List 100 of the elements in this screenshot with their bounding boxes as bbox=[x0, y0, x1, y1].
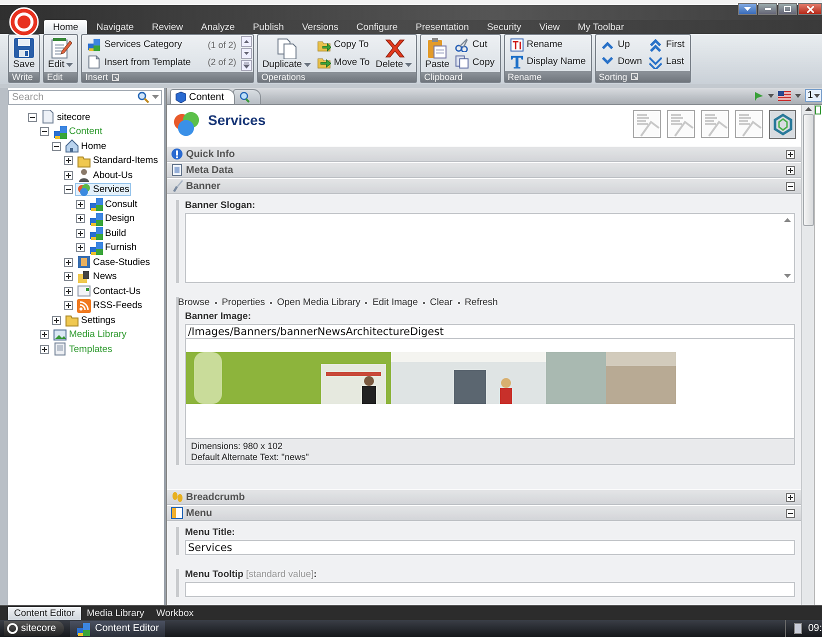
input-field[interactable] bbox=[185, 582, 795, 597]
tree-item[interactable]: Furnish bbox=[87, 241, 139, 254]
tree-item[interactable]: Settings bbox=[63, 314, 118, 327]
taskbar-item[interactable]: Content Editor bbox=[70, 620, 165, 636]
expand-icon[interactable] bbox=[64, 156, 73, 166]
ribbon-button[interactable]: Up bbox=[598, 36, 644, 52]
tree-item[interactable]: Build bbox=[87, 226, 128, 240]
maximize-button[interactable] bbox=[778, 3, 797, 15]
field-action-link[interactable]: Browse bbox=[178, 297, 210, 308]
collapse-icon[interactable] bbox=[52, 142, 61, 151]
ribbon-button[interactable]: Copy To bbox=[314, 36, 372, 53]
tree-item[interactable]: Home bbox=[63, 140, 108, 153]
ribbon-button[interactable]: Move To bbox=[314, 54, 372, 70]
expand-icon[interactable] bbox=[52, 316, 61, 325]
scroll-up-icon[interactable] bbox=[241, 36, 252, 47]
caret-icon[interactable] bbox=[152, 95, 159, 99]
gallery-item[interactable]: Insert from Template (2 of 2) bbox=[85, 54, 238, 70]
tree-item[interactable]: Design bbox=[87, 212, 137, 226]
close-button[interactable] bbox=[798, 3, 822, 15]
ribbon-button[interactable]: Save bbox=[12, 36, 36, 71]
ribbon-tab[interactable]: Presentation bbox=[406, 20, 478, 34]
ribbon-tab[interactable]: Review bbox=[142, 20, 192, 34]
field-action-link[interactable]: Properties bbox=[222, 297, 265, 308]
tree-item[interactable]: Contact-Us bbox=[75, 284, 143, 298]
expand-icon[interactable] bbox=[76, 228, 85, 238]
minimize-button[interactable] bbox=[758, 3, 777, 15]
section-header[interactable]: Meta Data bbox=[167, 162, 801, 178]
tree-item[interactable]: Media Library bbox=[51, 328, 129, 342]
gear-icon[interactable] bbox=[769, 110, 797, 140]
document-thumbnail-icon[interactable] bbox=[701, 110, 729, 138]
expand-icon[interactable] bbox=[40, 330, 49, 340]
expand-icon[interactable] bbox=[76, 243, 85, 252]
editor-tab[interactable]: Content bbox=[170, 89, 236, 104]
scrollbar-thumb[interactable] bbox=[802, 114, 814, 226]
field-action-link[interactable]: Clear bbox=[430, 297, 453, 308]
bottom-tab[interactable]: Media Library bbox=[80, 607, 150, 620]
caret-icon[interactable] bbox=[795, 94, 802, 98]
expand-icon[interactable] bbox=[64, 258, 73, 267]
ribbon-button[interactable]: Duplicate bbox=[261, 36, 312, 71]
expand-icon[interactable] bbox=[64, 286, 73, 296]
tree-item[interactable]: RSS-Feeds bbox=[75, 299, 144, 312]
document-thumbnail-icon[interactable] bbox=[633, 110, 661, 138]
app-logo-icon[interactable] bbox=[9, 7, 39, 37]
tree-item[interactable]: Templates bbox=[51, 342, 114, 356]
gallery-item[interactable]: Services Category (1 of 2) bbox=[85, 36, 238, 53]
section-header[interactable]: Quick Info bbox=[167, 146, 801, 162]
section-header[interactable]: Menu bbox=[167, 505, 801, 521]
ribbon-button[interactable]: Display Name bbox=[508, 54, 588, 70]
ribbon-tab[interactable]: Navigate bbox=[87, 20, 143, 34]
ribbon-button[interactable]: Edit bbox=[47, 36, 74, 71]
expand-gallery-icon[interactable] bbox=[241, 60, 252, 71]
search-icon[interactable] bbox=[137, 91, 149, 103]
tree-item[interactable]: About-Us bbox=[75, 168, 135, 182]
ribbon-button[interactable]: First bbox=[647, 36, 687, 52]
bottom-tab[interactable]: Content Editor bbox=[8, 607, 81, 620]
tree-item[interactable]: Consult bbox=[87, 198, 140, 211]
tree-item[interactable]: Case-Studies bbox=[75, 256, 152, 269]
scroll-up-icon[interactable] bbox=[784, 218, 791, 222]
scroll-down-icon[interactable] bbox=[784, 274, 791, 278]
ribbon-button[interactable]: Paste bbox=[424, 36, 450, 71]
collapse-icon[interactable] bbox=[64, 185, 73, 194]
expand-icon[interactable] bbox=[64, 170, 73, 180]
expand-icon[interactable] bbox=[76, 214, 85, 224]
ribbon-button[interactable]: Last bbox=[647, 54, 687, 70]
window-menu-button[interactable] bbox=[738, 3, 757, 15]
ribbon-button[interactable]: Rename bbox=[508, 36, 588, 52]
ribbon-tab[interactable]: Security bbox=[478, 20, 530, 34]
document-thumbnail-icon[interactable] bbox=[667, 110, 695, 138]
search-field[interactable]: Search bbox=[8, 90, 162, 105]
tree-item[interactable]: sitecore bbox=[39, 110, 92, 124]
tree-item[interactable]: Content bbox=[51, 125, 104, 138]
dialog-launcher-icon[interactable] bbox=[112, 74, 119, 80]
dialog-launcher-icon[interactable] bbox=[631, 73, 638, 80]
bottom-tab[interactable]: Workbox bbox=[150, 607, 200, 620]
ribbon-tab[interactable]: View bbox=[530, 20, 569, 34]
collapse-icon[interactable] bbox=[40, 127, 49, 136]
ribbon-button[interactable]: Cut bbox=[453, 36, 497, 53]
ribbon-button[interactable]: Delete bbox=[374, 36, 414, 71]
expand-icon[interactable] bbox=[76, 200, 85, 209]
caret-icon[interactable] bbox=[768, 94, 774, 98]
flag-icon[interactable] bbox=[778, 90, 792, 100]
tree-item[interactable]: Standard-Items bbox=[75, 154, 160, 168]
collapse-icon[interactable] bbox=[28, 112, 37, 122]
section-header[interactable]: Banner bbox=[167, 178, 801, 194]
tree-item[interactable]: Services bbox=[75, 183, 132, 196]
input-field[interactable]: Services bbox=[185, 540, 795, 555]
version-dropdown[interactable]: 1 bbox=[805, 89, 822, 102]
scrollbar[interactable] bbox=[801, 105, 814, 605]
ribbon-button[interactable]: Copy bbox=[453, 54, 497, 70]
field-action-link[interactable]: Open Media Library bbox=[277, 297, 360, 308]
memo-field[interactable] bbox=[185, 213, 795, 283]
input-field[interactable]: /Images/Banners/bannerNewsArchitectureDigest bbox=[185, 324, 795, 339]
field-action-link[interactable]: Refresh bbox=[464, 297, 498, 308]
editor-tab[interactable] bbox=[233, 89, 262, 104]
section-header[interactable]: Breadcrumb bbox=[167, 489, 801, 505]
ribbon-tab[interactable]: Analyze bbox=[192, 20, 244, 34]
expand-icon[interactable] bbox=[64, 272, 73, 282]
scroll-down-icon[interactable] bbox=[241, 48, 252, 59]
ribbon-tab[interactable]: Home bbox=[44, 20, 88, 34]
field-action-link[interactable]: Edit Image bbox=[372, 297, 418, 308]
